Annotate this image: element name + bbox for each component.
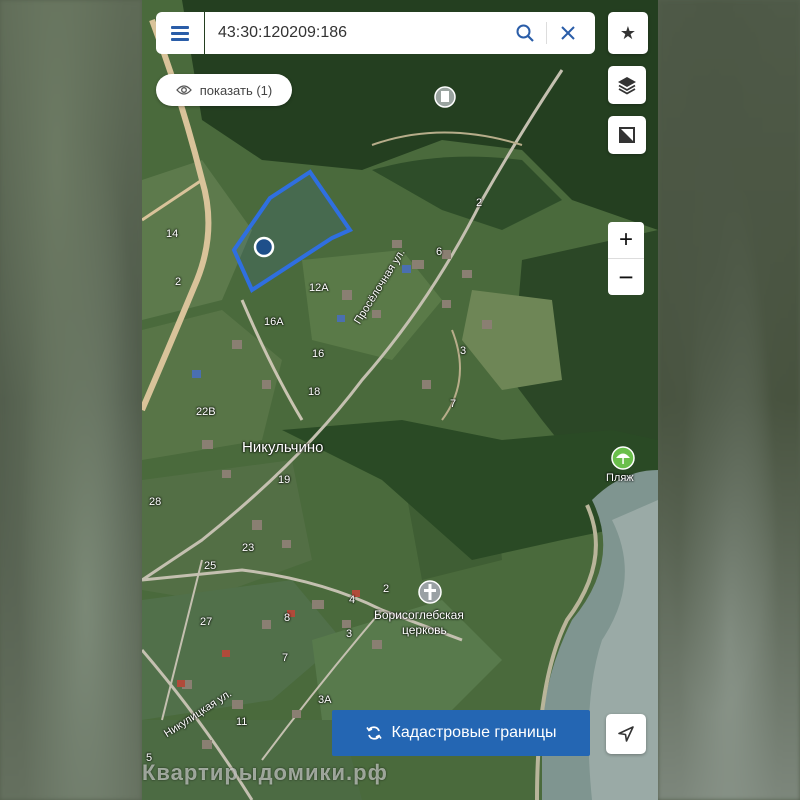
search-input[interactable]: 43:30:120209:186: [218, 24, 514, 42]
house-number: 23: [242, 542, 255, 554]
zoom-in-button[interactable]: +: [608, 222, 644, 258]
house-number: 7: [282, 652, 289, 664]
house-number: 18: [308, 386, 321, 398]
favorites-button[interactable]: ★: [608, 12, 648, 54]
house-number: 16: [312, 348, 325, 360]
cadastral-boundaries-label: Кадастровые границы: [391, 724, 557, 741]
house-number: 7: [450, 398, 457, 410]
blurred-background-right: [658, 0, 800, 800]
house-number: 3: [460, 345, 467, 357]
cadastral-boundaries-button[interactable]: Кадастровые границы: [332, 710, 590, 756]
house-number: 2: [476, 197, 483, 209]
house-number: 4: [349, 594, 356, 606]
house-number: 3А: [318, 694, 332, 706]
house-number: 16А: [264, 316, 284, 328]
ruler-icon: [619, 127, 635, 143]
hamburger-icon: [171, 26, 189, 41]
house-number: 11: [236, 716, 248, 728]
search-bar[interactable]: 43:30:120209:186: [205, 12, 595, 54]
blurred-background-left: [0, 0, 142, 800]
satellite-map[interactable]: [142, 0, 658, 800]
house-number: 12А: [309, 282, 329, 294]
house-number: 2: [383, 583, 390, 595]
search-separator: [546, 22, 547, 44]
show-results-label: показать (1): [199, 82, 273, 98]
house-number: 22В: [196, 406, 216, 418]
house-number: 25: [204, 560, 217, 572]
house-number: 3: [346, 628, 353, 640]
layers-button[interactable]: [608, 66, 646, 104]
house-number: 6: [436, 246, 443, 258]
layers-icon: [618, 77, 636, 95]
parcel-marker[interactable]: [253, 236, 275, 258]
navigation-arrow-icon: [618, 726, 634, 742]
clear-icon[interactable]: [557, 22, 579, 44]
map-viewport[interactable]: Никульчино Пляж Борисоглебская церковь П…: [142, 0, 658, 800]
plus-icon: +: [618, 226, 633, 253]
menu-button[interactable]: [156, 12, 204, 54]
ruler-button[interactable]: [608, 116, 646, 154]
house-number: 2: [175, 276, 182, 288]
house-number: 28: [149, 496, 162, 508]
village-label: Никульчино: [242, 439, 324, 456]
beach-label: Пляж: [606, 472, 634, 484]
house-number: 14: [166, 228, 179, 240]
church-label-line1: Борисоглебская: [374, 608, 464, 622]
house-number: 19: [278, 474, 291, 486]
house-number: 8: [284, 612, 291, 624]
star-icon: ★: [619, 22, 637, 43]
church-label-line2: церковь: [402, 623, 447, 637]
zoom-out-button[interactable]: −: [608, 258, 644, 295]
refresh-icon: [365, 726, 382, 740]
show-results-button[interactable]: показать (1): [156, 74, 292, 106]
eye-icon: [175, 85, 192, 95]
search-icon[interactable]: [514, 22, 536, 44]
house-number: 27: [200, 616, 213, 628]
minus-icon: −: [618, 262, 634, 292]
locate-button[interactable]: [606, 714, 646, 754]
watermark: Квартирыдомики.рф: [142, 760, 388, 785]
